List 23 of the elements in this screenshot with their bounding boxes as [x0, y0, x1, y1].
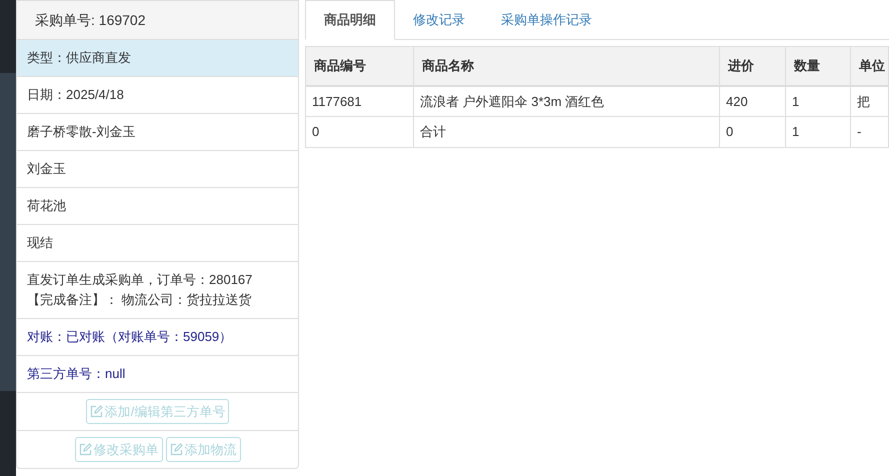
column-header: 商品名称 [414, 46, 720, 86]
table-cell: 把 [850, 86, 888, 116]
column-header: 单位 [850, 46, 888, 86]
list-item: 类型：供应商直发 [17, 40, 298, 77]
edit-icon [90, 405, 103, 418]
table-cell: - [850, 116, 888, 148]
edit-icon [78, 443, 92, 456]
table-cell: 合计 [414, 116, 720, 148]
table-cell: 420 [720, 86, 786, 116]
table-cell: 1177681 [306, 86, 414, 116]
table-cell: 1 [786, 116, 850, 148]
panel-title: 采购单号: 169702 [17, 1, 298, 40]
table-cell: 流浪者 户外遮阳伞 3*3m 酒红色 [414, 86, 720, 116]
edit-icon [170, 443, 182, 456]
tab[interactable]: 商品明细 [305, 0, 395, 40]
table-cell: 0 [306, 116, 414, 148]
column-header: 数量 [786, 46, 850, 86]
table-cell: 1 [786, 86, 850, 116]
table-cell: 0 [720, 116, 786, 148]
column-header: 进价 [720, 46, 786, 86]
tab[interactable]: 采购单操作记录 [483, 0, 610, 39]
tab[interactable]: 修改记录 [395, 0, 483, 39]
column-header: 商品编号 [306, 46, 414, 86]
